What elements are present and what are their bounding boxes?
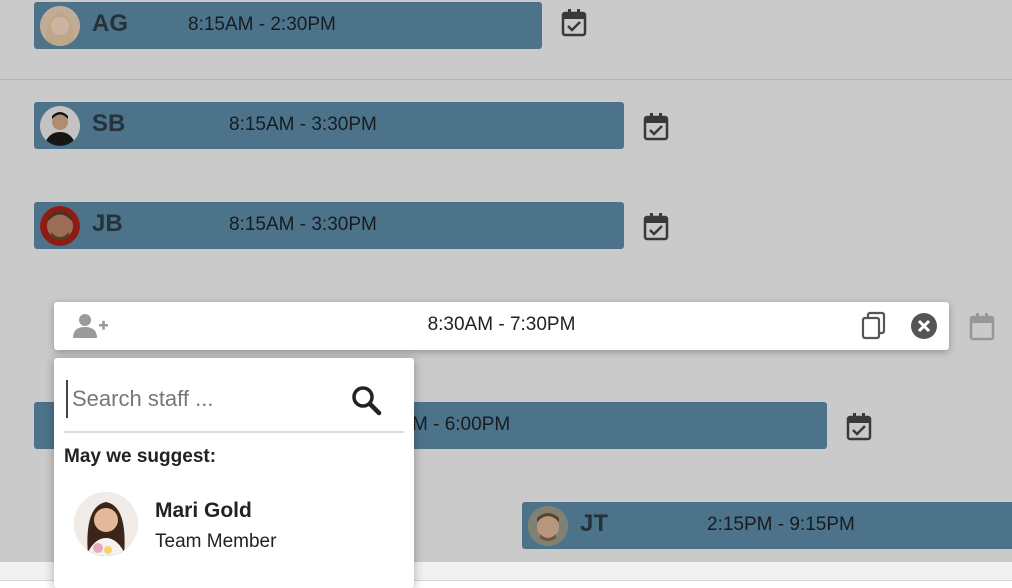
- schedule-row: SB 8:15AM - 3:30PM: [0, 80, 1012, 181]
- shift-time: 8:15AM - 3:30PM: [229, 114, 377, 135]
- staff-initials: AG: [92, 10, 128, 37]
- calendar-check-icon[interactable]: [560, 8, 588, 38]
- shift-bar[interactable]: AG 8:15AM - 2:30PM: [34, 2, 542, 49]
- editor-shift-time[interactable]: 8:30AM - 7:30PM: [54, 314, 949, 336]
- search-staff-input[interactable]: [66, 380, 344, 418]
- search-icon[interactable]: [350, 384, 382, 421]
- shift-bar[interactable]: JB 8:15AM - 3:30PM: [34, 202, 624, 249]
- shift-bar[interactable]: JT 2:15PM - 9:15PM: [522, 502, 1012, 549]
- calendar-icon[interactable]: [968, 312, 996, 342]
- divider: [64, 431, 404, 433]
- avatar: [528, 506, 568, 546]
- schedule-row: JB 8:15AM - 3:30PM: [0, 180, 1012, 281]
- shift-time: M - 6:00PM: [412, 414, 511, 435]
- avatar: [40, 6, 80, 46]
- staff-initials: JB: [92, 210, 123, 237]
- suggest-heading: May we suggest:: [64, 446, 217, 467]
- schedule-row: AG 8:15AM - 2:30PM: [0, 0, 1012, 80]
- staff-initials: JT: [580, 510, 609, 537]
- suggestion-role: Team Member: [155, 531, 277, 552]
- calendar-check-icon[interactable]: [642, 112, 670, 142]
- calendar-check-icon[interactable]: [642, 212, 670, 242]
- copy-icon[interactable]: [860, 311, 888, 346]
- avatar: [74, 492, 138, 556]
- shift-time: 8:15AM - 2:30PM: [188, 14, 336, 35]
- staff-initials: SB: [92, 110, 126, 137]
- avatar: [40, 206, 80, 246]
- close-circle-icon[interactable]: [910, 312, 938, 345]
- staff-search-dropdown: May we suggest: Mari Gold Team Member: [54, 358, 414, 588]
- shift-time: 8:15AM - 3:30PM: [229, 214, 377, 235]
- shift-time: 2:15PM - 9:15PM: [707, 514, 855, 535]
- shift-bar[interactable]: SB 8:15AM - 3:30PM: [34, 102, 624, 149]
- shift-editor[interactable]: 8:30AM - 7:30PM: [54, 302, 949, 350]
- avatar: [40, 106, 80, 146]
- suggestion-name: Mari Gold: [155, 499, 252, 522]
- calendar-check-icon[interactable]: [845, 412, 873, 442]
